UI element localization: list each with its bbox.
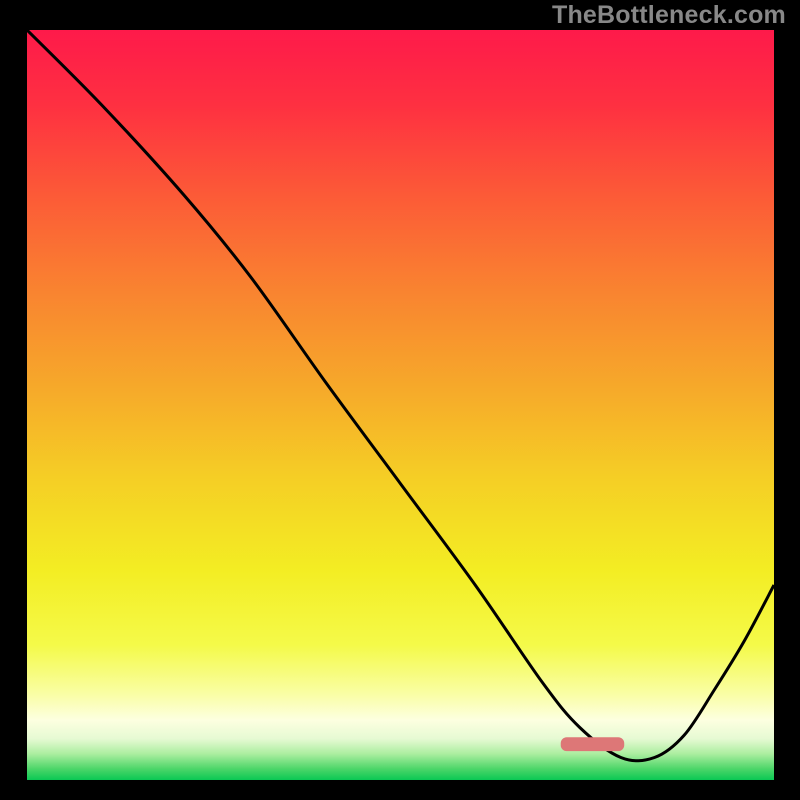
optimal-marker bbox=[561, 737, 624, 751]
chart-frame: TheBottleneck.com bbox=[0, 0, 800, 800]
plot-background bbox=[27, 30, 774, 780]
chart-canvas bbox=[0, 0, 800, 800]
